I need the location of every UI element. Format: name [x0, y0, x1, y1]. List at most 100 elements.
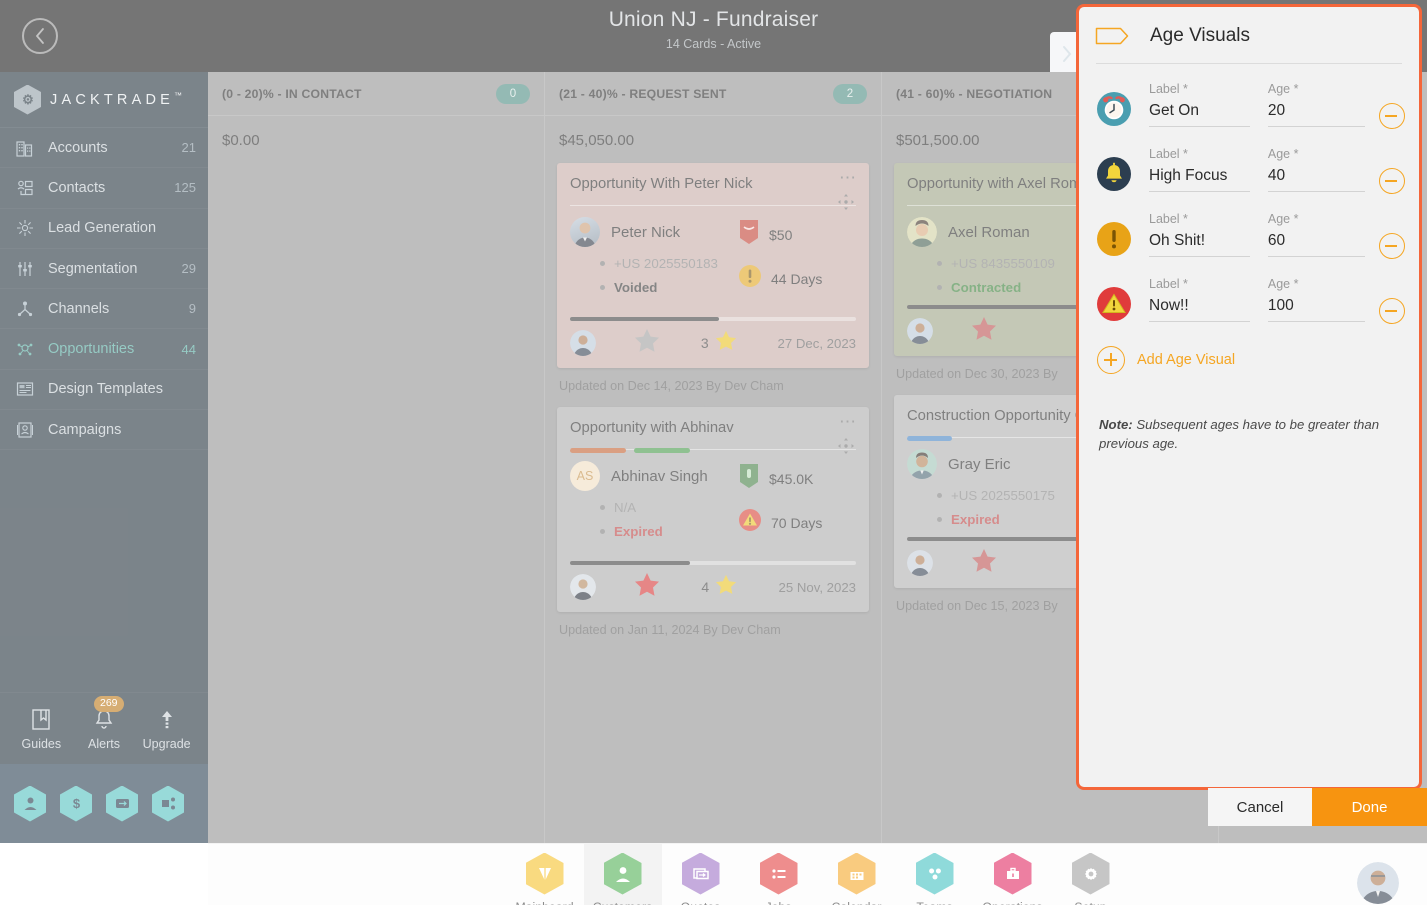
card-priority-star[interactable] — [634, 572, 660, 602]
card-updated-text: Updated on Jan 11, 2024 By Dev Cham — [559, 623, 781, 637]
age-visual-age-input[interactable] — [1267, 163, 1365, 192]
minus-circle-icon[interactable] — [1379, 168, 1405, 194]
card-phone: +US 2025550183 — [614, 256, 718, 271]
sidebar-item-channels[interactable]: Channels 9 — [0, 289, 208, 330]
brand-name: JACKTRADE™ — [50, 91, 183, 108]
workflow-hex-icon[interactable] — [152, 785, 184, 822]
age-visual-age-input[interactable] — [1267, 293, 1365, 322]
setup-icon — [1071, 852, 1110, 895]
cancel-button[interactable]: Cancel — [1208, 788, 1312, 826]
warning-round-icon[interactable] — [1097, 222, 1131, 256]
dollar-hex-icon[interactable]: $ — [60, 785, 92, 822]
sidebar-label: Opportunities — [48, 341, 135, 358]
bell-icon[interactable] — [1097, 157, 1131, 191]
alarm-clock-icon[interactable] — [1097, 92, 1131, 126]
card-status: Expired — [614, 524, 663, 539]
age-visual-label-input[interactable] — [1149, 293, 1250, 322]
label-caption: Label * — [1149, 277, 1188, 291]
sidebar-item-campaigns[interactable]: Campaigns — [0, 410, 208, 451]
sidebar-item-accounts[interactable]: Accounts 21 — [0, 128, 208, 169]
minus-circle-icon[interactable] — [1379, 233, 1405, 259]
card-updated-text: Updated on Dec 14, 2023 By Dev Cham — [559, 379, 784, 393]
red-shield-icon — [738, 219, 760, 250]
operations-icon — [993, 852, 1032, 895]
card-menu-icon[interactable]: ⋯ — [839, 169, 857, 186]
minus-circle-icon[interactable] — [1379, 103, 1405, 129]
dialog-title: Age Visuals — [1150, 25, 1250, 46]
card-tag-segment — [907, 435, 952, 441]
done-button[interactable]: Done — [1312, 788, 1427, 826]
card-status: Expired — [951, 512, 1000, 527]
danger-alert-icon[interactable] — [1097, 287, 1131, 321]
card-priority-star[interactable] — [634, 328, 660, 358]
age-visual-label-input[interactable] — [1149, 163, 1250, 192]
age-visual-label-input[interactable] — [1149, 98, 1250, 127]
lead-gen-icon — [14, 217, 36, 239]
sidebar-item-lead-generation[interactable]: Lead Generation — [0, 209, 208, 249]
card-rating: 3 — [701, 330, 737, 356]
sidebar-count: 125 — [174, 180, 196, 196]
channels-icon — [14, 298, 36, 320]
column-title: (21 - 40)% - REQUEST SENT — [559, 86, 727, 101]
age-caption: Age * — [1267, 277, 1299, 291]
age-visuals-dialog: Age Visuals Label * Age * Label * — [1076, 4, 1422, 790]
column-title: (0 - 20)% - IN CONTACT — [222, 86, 362, 101]
minus-circle-icon[interactable] — [1379, 298, 1405, 324]
age-visual-row: Label * Age * — [1079, 64, 1419, 129]
column-header-in-contact[interactable]: (0 - 20)% - IN CONTACT 0 — [208, 72, 545, 116]
card-rating-count: 4 — [701, 579, 710, 595]
card-footer: 3 27 Dec, 2023 — [570, 321, 856, 368]
teams-icon — [915, 852, 954, 895]
age-visual-label-input[interactable] — [1149, 228, 1250, 257]
age-field-group: Age * — [1267, 275, 1365, 322]
card-amount: $50 — [769, 226, 793, 243]
card-menu-icon[interactable]: ⋯ — [839, 413, 857, 430]
sidebar-label: Design Templates — [48, 381, 163, 398]
sidebar-item-contacts[interactable]: Contacts 125 — [0, 168, 208, 209]
card-tag-segment — [634, 447, 690, 453]
card-footer: 4 25 Nov, 2023 — [570, 565, 856, 612]
calendar-icon — [837, 852, 876, 895]
brand-logo[interactable]: ⚙ JACKTRADE™ — [0, 72, 208, 128]
age-field-group: Age * — [1267, 145, 1365, 192]
age-visual-age-input[interactable] — [1267, 98, 1365, 127]
column-total: $0.00 — [222, 132, 260, 149]
age-caption: Age * — [1267, 82, 1299, 96]
card-priority-star[interactable] — [971, 548, 997, 578]
dialog-note: Note: Subsequent ages have to be greater… — [1079, 374, 1419, 453]
column-count-badge: 2 — [833, 83, 867, 104]
person-hex-icon[interactable] — [14, 785, 46, 822]
payment-hex-icon[interactable] — [106, 785, 138, 822]
age-visual-age-input[interactable] — [1267, 228, 1365, 257]
card-title: Opportunity with Abhinav — [570, 420, 734, 436]
age-caption: Age * — [1267, 212, 1299, 226]
building-icon — [14, 137, 36, 159]
mainboard-icon — [525, 852, 564, 895]
age-field-group: Age * — [1267, 80, 1365, 127]
upgrade-button[interactable]: Upgrade — [137, 706, 197, 751]
card-progress-bar — [570, 317, 856, 321]
user-avatar[interactable] — [1357, 862, 1399, 904]
sidebar-item-design-templates[interactable]: Design Templates — [0, 370, 208, 411]
add-age-visual-button[interactable]: Add Age Visual — [1079, 324, 1419, 374]
guides-button[interactable]: Guides — [11, 706, 71, 751]
card-person: Peter Nick — [570, 217, 738, 247]
avatar — [907, 217, 937, 247]
card-amount: $45.0K — [769, 470, 814, 487]
sidebar-item-segmentation[interactable]: Segmentation 29 — [0, 249, 208, 290]
column-header-request-sent[interactable]: (21 - 40)% - REQUEST SENT 2 — [545, 72, 882, 116]
alerts-button[interactable]: 269 Alerts — [74, 696, 134, 751]
opportunity-card[interactable]: ⋯ Opportunity with Abhinav AS Abhinav Si… — [557, 407, 869, 612]
yellow-star-icon — [715, 574, 737, 600]
sidebar-quick-actions: $ — [0, 764, 208, 843]
note-prefix: Note: — [1099, 417, 1133, 432]
alerts-badge: 269 — [93, 696, 124, 712]
card-person: AS Abhinav Singh — [570, 461, 738, 491]
opportunity-card[interactable]: ⋯ Opportunity With Peter Nick Peter Nick… — [557, 163, 869, 368]
card-priority-star[interactable] — [971, 316, 997, 346]
sidebar-item-opportunities[interactable]: Opportunities 44 — [0, 329, 208, 370]
label-caption: Label * — [1149, 147, 1188, 161]
column-body-request-sent: $45,050.00 ⋯ Opportunity With Peter Nick — [545, 116, 882, 843]
sidebar-label: Channels — [48, 300, 110, 317]
sidebar-label: Segmentation — [48, 260, 138, 277]
